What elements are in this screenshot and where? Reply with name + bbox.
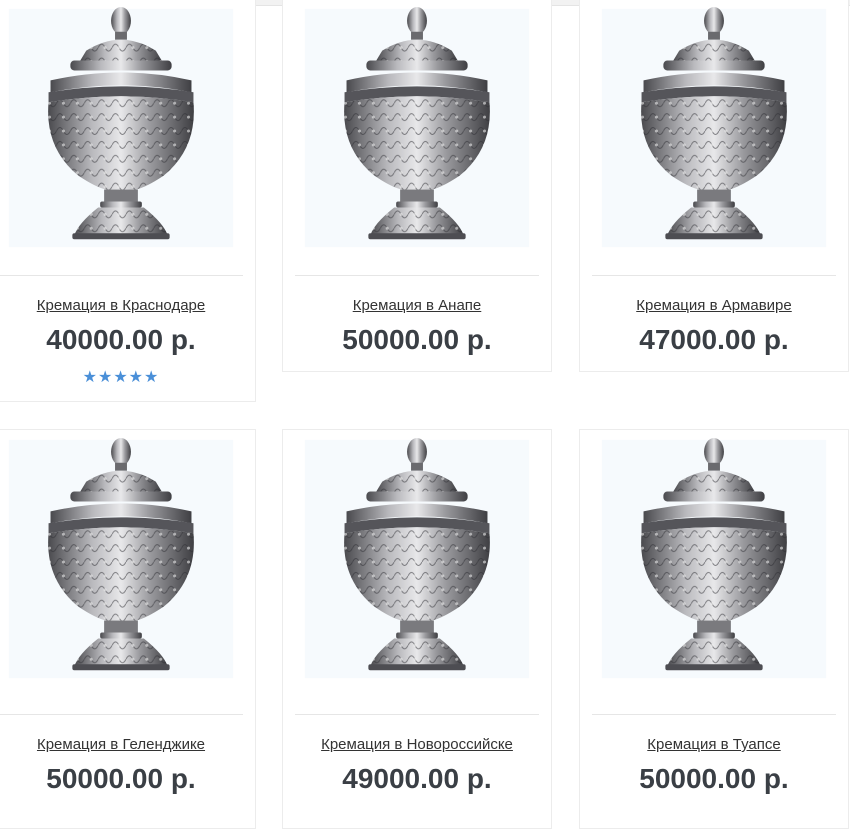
divider [592,714,836,715]
product-title-link[interactable]: Кремация в Туапсе [580,736,848,753]
product-price: 40000.00 р. [46,324,196,355]
product-price: 50000.00 р. [46,763,196,794]
urn-image[interactable] [283,430,551,698]
product-card[interactable]: Кремация в Геленджике 50000.00 р. [0,429,256,829]
product-title-link[interactable]: Кремация в Армавире [580,297,848,314]
divider [295,275,539,276]
product-card[interactable]: Кремация в Новороссийске 49000.00 р. [282,429,552,829]
product-card[interactable]: Кремация в Анапе 50000.00 р. [282,0,552,372]
product-card[interactable]: Кремация в Армавире 47000.00 р. [579,0,849,372]
urn-image[interactable] [283,0,551,267]
product-title-link[interactable]: Кремация в Анапе [283,297,551,314]
product-title-link[interactable]: Кремация в Новороссийске [283,736,551,753]
divider [0,714,243,715]
rating-stars[interactable]: ★★★★★ [0,367,255,387]
product-price: 50000.00 р. [639,763,789,794]
product-price: 49000.00 р. [342,763,492,794]
divider [295,714,539,715]
divider [592,275,836,276]
urn-image[interactable] [580,0,848,267]
divider [0,275,243,276]
product-title-link[interactable]: Кремация в Краснодаре [0,297,255,314]
product-price: 50000.00 р. [342,324,492,355]
urn-image[interactable] [580,430,848,698]
product-price: 47000.00 р. [639,324,789,355]
product-title-link[interactable]: Кремация в Геленджике [0,736,255,753]
urn-image[interactable] [0,430,255,698]
urn-image[interactable] [0,0,255,267]
product-card[interactable]: Кремация в Туапсе 50000.00 р. [579,429,849,829]
product-card[interactable]: Кремация в Краснодаре 40000.00 р. ★★★★★ [0,0,256,402]
